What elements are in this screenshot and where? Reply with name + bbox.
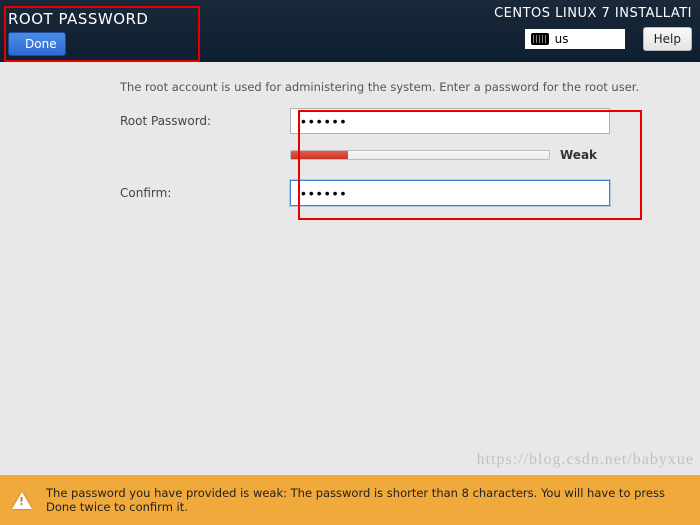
done-button[interactable]: Done: [8, 32, 66, 56]
confirm-password-input[interactable]: [290, 180, 610, 206]
installer-title: CENTOS LINUX 7 INSTALLATI: [494, 6, 692, 21]
strength-text: Weak: [560, 148, 597, 162]
header-left-group: ROOT PASSWORD Done: [4, 6, 200, 62]
keyboard-icon: [531, 33, 549, 45]
warning-message: The password you have provided is weak: …: [46, 486, 688, 514]
keyboard-layout-selector[interactable]: us: [525, 29, 625, 49]
warning-icon: [12, 492, 32, 509]
form-area: The root account is used for administeri…: [0, 62, 700, 206]
instruction-text: The root account is used for administeri…: [120, 80, 660, 94]
password-row: Root Password:: [120, 108, 660, 134]
confirm-label: Confirm:: [120, 186, 290, 200]
page-title: ROOT PASSWORD: [8, 10, 148, 28]
strength-bar: [290, 150, 550, 160]
header-right-group: CENTOS LINUX 7 INSTALLATI us Help: [494, 6, 692, 51]
help-button[interactable]: Help: [643, 27, 692, 51]
strength-row-wrap: Weak: [120, 142, 660, 172]
password-label: Root Password:: [120, 114, 290, 128]
confirm-row: Confirm:: [120, 180, 660, 206]
header-bar: ROOT PASSWORD Done CENTOS LINUX 7 INSTAL…: [0, 0, 700, 62]
warning-bar: The password you have provided is weak: …: [0, 475, 700, 525]
keyboard-layout-label: us: [555, 32, 569, 46]
watermark-text: https://blog.csdn.net/babyxue: [477, 451, 694, 469]
header-right-row: us Help: [525, 27, 692, 51]
strength-fill: [291, 151, 348, 159]
strength-meter-group: Weak: [290, 148, 597, 162]
root-password-input[interactable]: [290, 108, 610, 134]
